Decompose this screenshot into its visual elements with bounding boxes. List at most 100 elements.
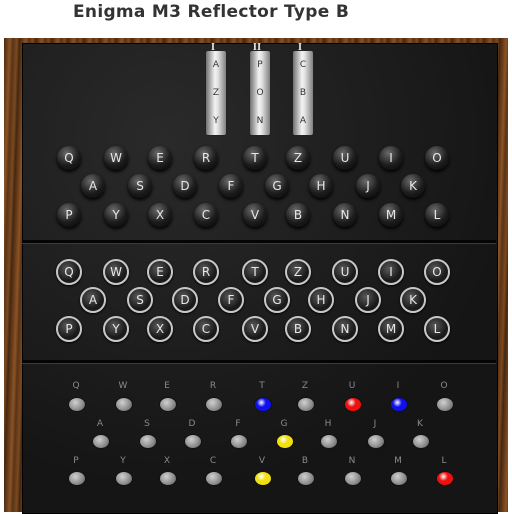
rotor-letter: A [212,60,220,70]
lamp-j [367,434,385,449]
plug-w[interactable]: W [103,259,129,285]
key-m[interactable]: M [379,203,403,227]
key-a[interactable]: A [81,174,105,198]
plug-x[interactable]: X [147,316,173,342]
key-d[interactable]: D [173,174,197,198]
lamp-label-g: G [280,419,288,429]
key-o[interactable]: O [425,146,449,170]
plug-d[interactable]: D [172,287,198,313]
plug-m[interactable]: M [378,316,404,342]
lamp-i [390,397,408,412]
plug-a[interactable]: A [80,287,106,313]
key-u[interactable]: U [333,146,357,170]
lamp-p [68,471,86,486]
lamp-label-u: U [348,381,356,391]
lamp-e [159,397,177,412]
lamp-label-p: P [73,456,79,466]
plug-u[interactable]: U [332,259,358,285]
rotor-letter: N [256,116,264,126]
lamp-label-t: T [259,381,265,391]
lamp-c [205,471,223,486]
key-z[interactable]: Z [286,146,310,170]
plug-v[interactable]: V [242,316,268,342]
key-q[interactable]: Q [57,146,81,170]
key-j[interactable]: J [356,174,380,198]
plug-y[interactable]: Y [103,316,129,342]
key-y[interactable]: Y [104,203,128,227]
key-f[interactable]: F [219,174,243,198]
lamp-label-a: A [96,419,104,429]
rotor-letter: P [257,60,263,70]
lamp-label-j: J [373,419,377,429]
plug-g[interactable]: G [264,287,290,313]
lamp-f [230,434,248,449]
rotor-letter: C [299,60,307,70]
key-t[interactable]: T [243,146,267,170]
lamp-label-r: R [209,381,217,391]
plug-e[interactable]: E [147,259,173,285]
key-e[interactable]: E [148,146,172,170]
lamp-g [276,434,294,449]
plug-s[interactable]: S [127,287,153,313]
key-i[interactable]: I [379,146,403,170]
plug-f[interactable]: F [218,287,244,313]
lamp-label-n: N [348,456,356,466]
key-r[interactable]: R [194,146,218,170]
key-w[interactable]: W [104,146,128,170]
key-b[interactable]: B [286,203,310,227]
plug-i[interactable]: I [378,259,404,285]
lamp-label-w: W [118,381,128,391]
lamp-label-c: C [209,456,217,466]
lamp-n [344,471,362,486]
rotor-window[interactable]: A Z Y [205,50,227,136]
plug-t[interactable]: T [242,259,268,285]
key-x[interactable]: X [148,203,172,227]
plug-r[interactable]: R [193,259,219,285]
rotor-window[interactable]: P O N [249,50,271,136]
lamp-y [115,471,133,486]
lamp-r [205,397,223,412]
key-v[interactable]: V [243,203,267,227]
lamp-label-v: V [258,456,266,466]
panel-divider-top [22,240,496,243]
plug-l[interactable]: L [424,316,450,342]
plug-h[interactable]: H [308,287,334,313]
lamp-q [68,397,86,412]
lamp-label-l: L [441,456,447,466]
lamp-label-o: O [440,381,448,391]
key-h[interactable]: H [309,174,333,198]
key-k[interactable]: K [401,174,425,198]
lamp-label-f: F [235,419,241,429]
plug-o[interactable]: O [424,259,450,285]
lamp-label-i: I [396,381,400,391]
lamp-label-e: E [164,381,170,391]
plug-q[interactable]: Q [56,259,82,285]
rotor-letter: B [299,88,307,98]
lamp-s [139,434,157,449]
lamp-label-m: M [394,456,402,466]
plug-n[interactable]: N [332,316,358,342]
lamp-m [390,471,408,486]
key-n[interactable]: N [333,203,357,227]
plug-c[interactable]: C [193,316,219,342]
key-c[interactable]: C [194,203,218,227]
plug-k[interactable]: K [400,287,426,313]
lamp-label-x: X [163,456,171,466]
key-s[interactable]: S [128,174,152,198]
plug-j[interactable]: J [355,287,381,313]
lamp-t [254,397,272,412]
plug-p[interactable]: P [56,316,82,342]
panel-divider-bottom [22,360,496,363]
lamp-b [297,471,315,486]
lamp-u [344,397,362,412]
key-p[interactable]: P [57,203,81,227]
lamp-w [115,397,133,412]
key-g[interactable]: G [265,174,289,198]
lamp-l [436,471,454,486]
plug-z[interactable]: Z [285,259,311,285]
window-title: Enigma M3 Reflector Type B [73,2,350,22]
plug-b[interactable]: B [285,316,311,342]
rotor-window[interactable]: C B A [292,50,314,136]
key-l[interactable]: L [425,203,449,227]
lamp-v [254,471,272,486]
